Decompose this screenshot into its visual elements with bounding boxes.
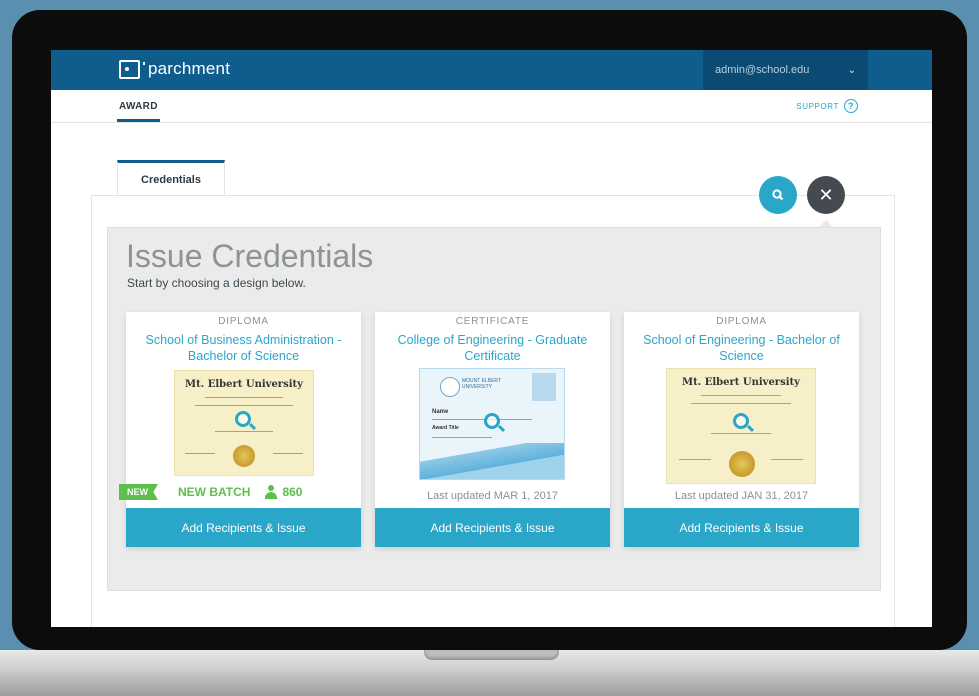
- wave-decoration: [420, 443, 564, 479]
- laptop-base: [0, 650, 979, 696]
- search-button[interactable]: [759, 176, 797, 214]
- zoom-icon: [484, 413, 500, 429]
- tab-credentials[interactable]: Credentials: [117, 160, 225, 195]
- credential-type: DIPLOMA: [716, 316, 767, 327]
- credential-name[interactable]: College of Engineering - Graduate Certif…: [387, 332, 598, 364]
- support-label: SUPPORT: [796, 101, 839, 111]
- person-icon: [264, 485, 278, 499]
- diploma-thumbnail[interactable]: Mt. Elbert University: [666, 368, 816, 484]
- thumbnail-name: Name: [432, 409, 449, 415]
- parchment-logo-icon: [119, 59, 145, 79]
- app-screen: parchment admin@school.edu ⌄ AWARD SUPPO…: [51, 50, 932, 627]
- sub-navigation: AWARD SUPPORT ?: [51, 90, 932, 123]
- certificate-ribbon: [532, 373, 556, 401]
- popover-caret: [819, 220, 833, 227]
- credential-name[interactable]: School of Engineering - Bachelor of Scie…: [636, 332, 847, 364]
- batch-status: NEW NEW BATCH 860: [119, 484, 302, 500]
- user-email: admin@school.edu: [715, 64, 810, 76]
- certificate-thumbnail[interactable]: MOUNT ELBERT UNIVERSITY Name Award Title: [419, 368, 565, 480]
- add-recipients-button[interactable]: Add Recipients & Issue: [375, 508, 610, 547]
- thumbnail-heading: Mt. Elbert University: [185, 379, 303, 390]
- thumbnail-award: Award Title: [432, 425, 459, 431]
- last-updated: Last updated JAN 31, 2017: [674, 490, 809, 502]
- page-subtitle: Start by choosing a design below.: [127, 276, 306, 290]
- nav-award[interactable]: AWARD: [119, 101, 158, 112]
- new-batch-label: NEW BATCH: [178, 485, 251, 499]
- thumbnail-heading: Mt. Elbert University: [682, 377, 800, 388]
- close-button[interactable]: ✕: [807, 176, 845, 214]
- top-navigation-bar: parchment admin@school.edu ⌄: [51, 50, 932, 90]
- university-emblem: [440, 377, 460, 397]
- zoom-icon: [733, 413, 749, 429]
- active-nav-indicator: [117, 119, 160, 122]
- credential-card-3[interactable]: DIPLOMA School of Engineering - Bachelor…: [624, 312, 859, 547]
- search-icon: [772, 189, 784, 201]
- close-icon: ✕: [818, 184, 834, 205]
- help-icon: ?: [844, 99, 858, 113]
- parchment-logo[interactable]: parchment: [119, 59, 230, 79]
- laptop-notch: [424, 650, 559, 660]
- zoom-icon: [235, 411, 251, 427]
- issue-credentials-panel: Issue Credentials Start by choosing a de…: [107, 227, 881, 591]
- last-updated: Last updated MAR 1, 2017: [427, 490, 558, 502]
- page-title: Issue Credentials: [126, 238, 374, 274]
- user-account-menu[interactable]: admin@school.edu ⌄: [703, 50, 868, 90]
- gold-seal: [729, 451, 755, 477]
- recipient-count: 860: [282, 485, 303, 499]
- diploma-thumbnail[interactable]: Mt. Elbert University: [174, 370, 314, 476]
- new-badge: NEW: [119, 484, 158, 500]
- credential-type: CERTIFICATE: [455, 316, 530, 327]
- add-recipients-button[interactable]: Add Recipients & Issue: [126, 508, 361, 547]
- gold-seal: [233, 445, 255, 467]
- add-recipients-button[interactable]: Add Recipients & Issue: [624, 508, 859, 547]
- brand-name: parchment: [148, 59, 231, 78]
- support-link[interactable]: SUPPORT ?: [796, 99, 858, 113]
- thumbnail-heading: MOUNT ELBERT UNIVERSITY: [462, 378, 501, 390]
- credential-type: DIPLOMA: [218, 316, 269, 327]
- credential-name[interactable]: School of Business Administration - Bach…: [138, 332, 349, 364]
- credential-card-1[interactable]: DIPLOMA School of Business Administratio…: [119, 312, 361, 547]
- chevron-down-icon: ⌄: [847, 64, 856, 76]
- credential-card-2[interactable]: CERTIFICATE College of Engineering - Gra…: [375, 312, 610, 547]
